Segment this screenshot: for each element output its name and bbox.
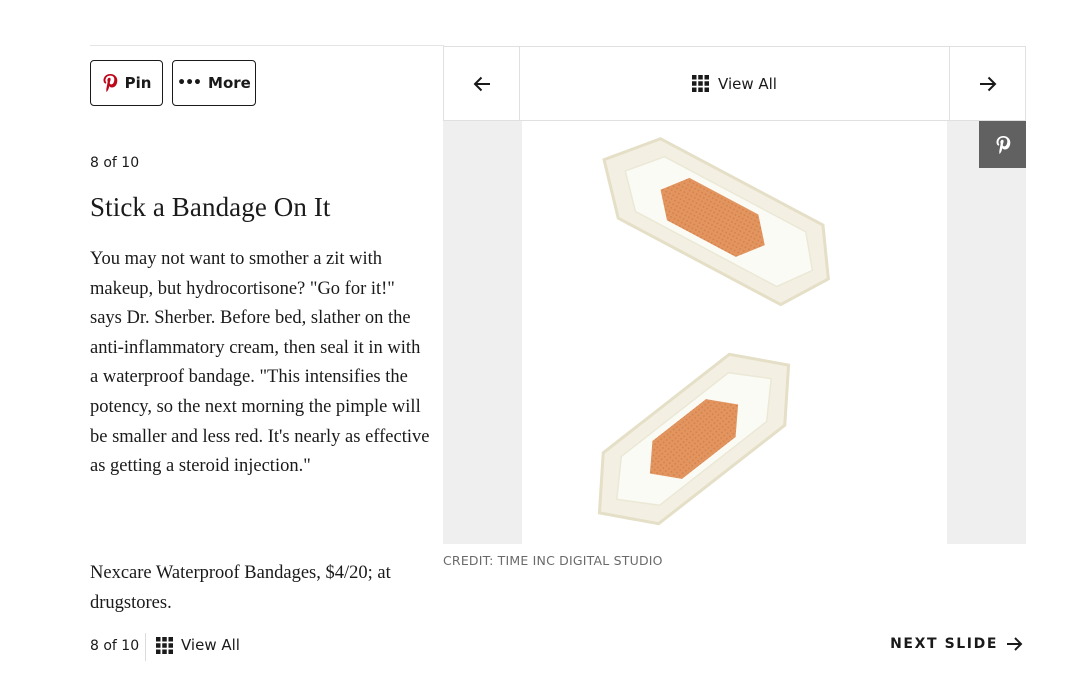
- slide-image-canvas: [522, 121, 947, 544]
- pinterest-icon: [996, 135, 1010, 154]
- more-button-label: More: [208, 74, 251, 92]
- footer-view-all-button[interactable]: View All: [156, 636, 240, 654]
- bandage-bottom: [597, 352, 791, 526]
- next-slide-label: NEXT SLIDE: [890, 636, 998, 652]
- pinterest-icon: [103, 74, 117, 92]
- grid-icon: [692, 75, 710, 92]
- more-dots-icon: •••: [177, 75, 202, 91]
- top-divider: [90, 45, 444, 46]
- arrow-left-icon: [473, 76, 490, 91]
- bandages-illustration: [597, 137, 830, 526]
- footer-view-all-label: View All: [181, 636, 240, 654]
- next-slide-arrow-button[interactable]: [949, 47, 1025, 120]
- slide-body: You may not want to smother a zit with m…: [90, 249, 430, 477]
- bandage-top: [602, 137, 830, 307]
- pin-button[interactable]: Pin: [90, 60, 163, 106]
- slide-title: Stick a Bandage On It: [90, 192, 331, 222]
- slide-nav-bar: View All: [443, 46, 1026, 121]
- product-info: Nexcare Waterproof Bandages, $4/20; at d…: [90, 563, 391, 613]
- grid-icon: [156, 636, 173, 654]
- slide-image: [443, 121, 1026, 544]
- pin-button-label: Pin: [124, 74, 152, 92]
- view-all-button[interactable]: View All: [520, 47, 949, 120]
- image-credit: CREDIT: TIME INC DIGITAL STUDIO: [443, 553, 663, 568]
- more-button[interactable]: ••• More: [172, 60, 256, 106]
- previous-slide-button[interactable]: [444, 47, 520, 120]
- footer-slide-counter: 8 of 10: [90, 638, 140, 654]
- arrow-right-icon: [1007, 637, 1023, 651]
- image-pin-button[interactable]: [979, 121, 1026, 168]
- next-slide-button[interactable]: NEXT SLIDE: [890, 636, 1024, 652]
- arrow-right-icon: [979, 76, 996, 91]
- footer-divider: [145, 633, 146, 661]
- slide-counter: 8 of 10: [90, 155, 140, 171]
- view-all-label: View All: [718, 74, 777, 93]
